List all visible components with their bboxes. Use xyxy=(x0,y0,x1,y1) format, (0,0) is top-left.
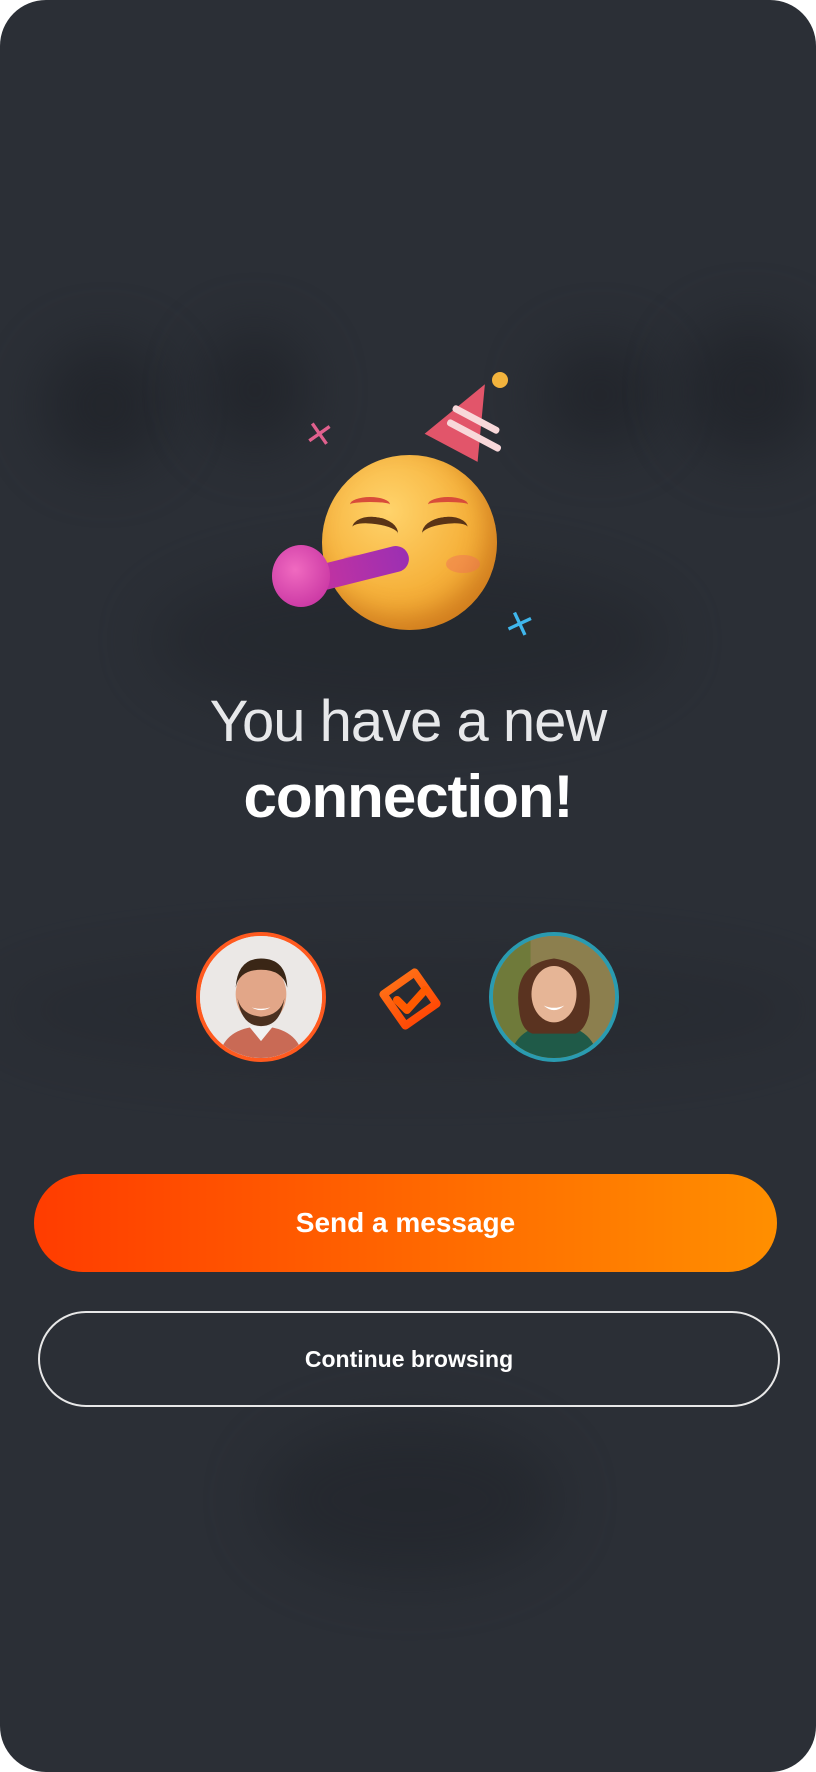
headline-line2: connection! xyxy=(243,763,574,830)
connection-check-icon xyxy=(375,966,445,1036)
emoji-face xyxy=(322,455,497,630)
background-blur xyxy=(40,340,170,470)
continue-browsing-button[interactable]: Continue browsing xyxy=(38,1311,780,1407)
party-face-emoji: ✕ ✕ xyxy=(260,370,560,660)
avatar-woman-icon[interactable] xyxy=(489,932,619,1062)
background-blur xyxy=(680,320,816,460)
sparkle-blue-icon: ✕ xyxy=(499,602,540,648)
avatar-man-icon[interactable] xyxy=(196,932,326,1062)
send-message-button[interactable]: Send a message xyxy=(34,1174,777,1272)
connection-screen: ✕ ✕ You have a new connection! Send a me… xyxy=(0,0,816,1772)
sparkle-pink-icon: ✕ xyxy=(301,413,337,457)
headline-line1: You have a new xyxy=(209,689,608,754)
background-blur xyxy=(260,1420,560,1580)
